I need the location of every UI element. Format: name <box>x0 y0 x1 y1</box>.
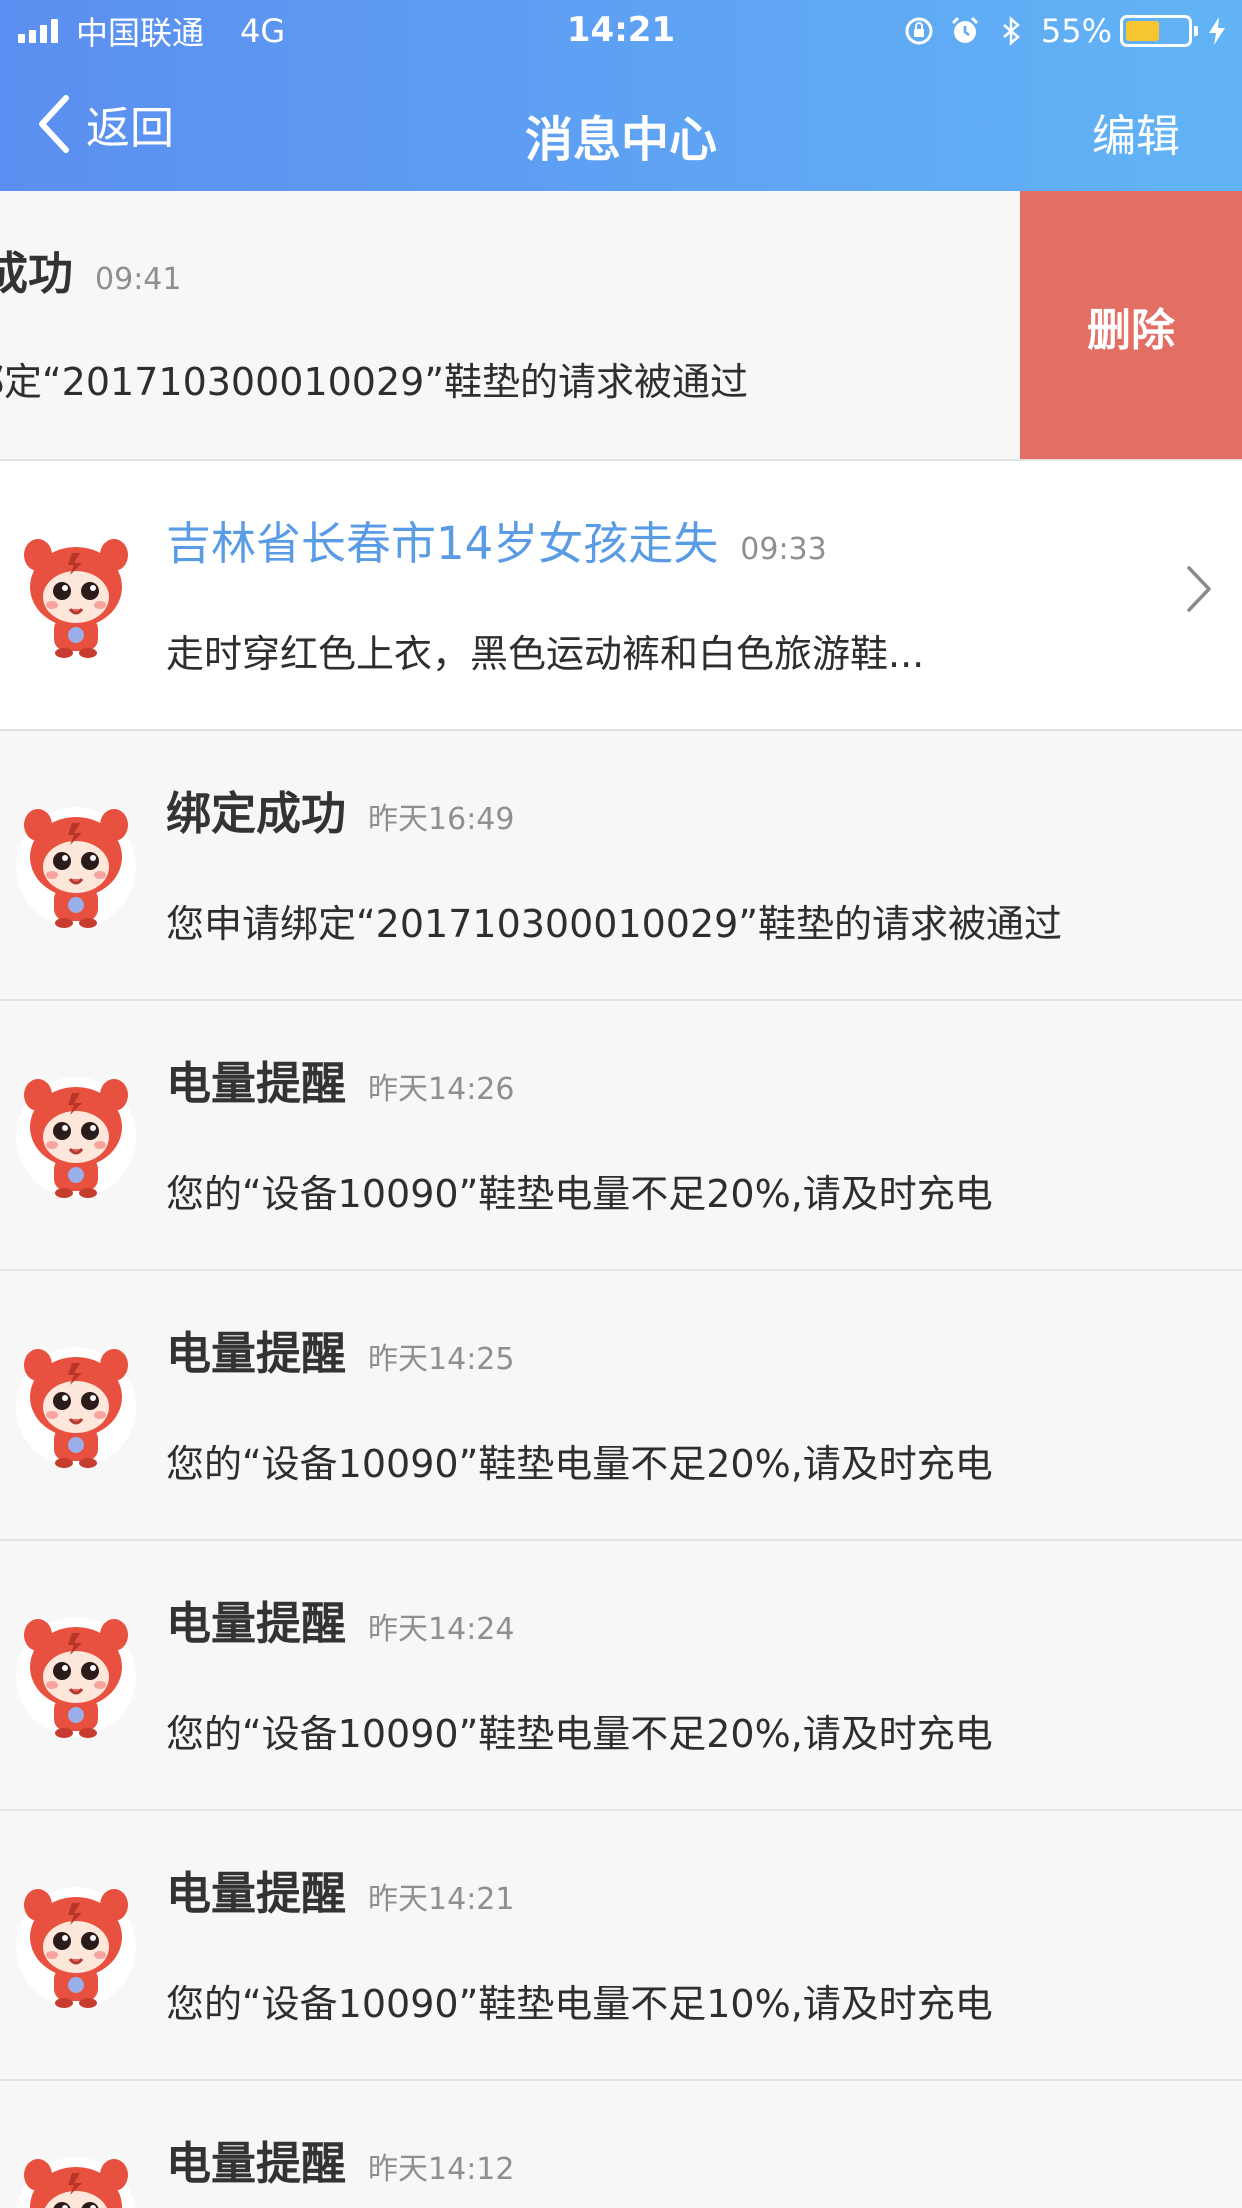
message-time: 09:41 <box>95 262 182 297</box>
mascot-avatar-icon <box>14 1071 138 1201</box>
message-row[interactable]: 电量提醒 昨天14:24 您的“设备10090”鞋垫电量不足20%,请及时充电 <box>0 1541 1242 1811</box>
bluetooth-icon <box>1003 16 1020 46</box>
alarm-icon <box>951 16 978 43</box>
message-row[interactable]: 吉林省长春市14岁女孩走失 09:33 走时穿红色上衣，黑色运动裤和白色旅游鞋.… <box>0 461 1242 731</box>
message-title: 电量提醒 <box>166 1597 347 1650</box>
message-row[interactable]: 电量提醒 昨天14:21 您的“设备10090”鞋垫电量不足10%,请及时充电 <box>0 1811 1242 2081</box>
swiped-row-content[interactable]: 定成功 09:41 申请绑定“201710300010029”鞋垫的请求被通过 <box>0 191 1020 459</box>
message-title: 电量提醒 <box>166 1057 347 1110</box>
message-title: 电量提醒 <box>166 1327 347 1380</box>
back-button[interactable]: 返回 <box>36 92 174 156</box>
message-time: 09:33 <box>740 532 827 567</box>
message-row[interactable]: 电量提醒 昨天14:25 您的“设备10090”鞋垫电量不足20%,请及时充电 <box>0 1271 1242 1541</box>
mascot-avatar-icon <box>14 531 138 661</box>
battery-percent: 55% <box>1040 12 1112 50</box>
edit-button[interactable]: 编辑 <box>1092 100 1180 164</box>
message-time: 昨天14:25 <box>368 1342 515 1377</box>
message-row-swiped[interactable]: 定成功 09:41 申请绑定“201710300010029”鞋垫的请求被通过 … <box>0 191 1242 461</box>
mascot-avatar-icon <box>14 2151 138 2208</box>
chevron-left-icon <box>39 95 69 153</box>
battery-icon <box>1120 15 1198 47</box>
charging-icon <box>1209 17 1225 45</box>
message-time: 昨天14:21 <box>368 1882 515 1917</box>
mascot-avatar-icon <box>14 1341 138 1471</box>
delete-button[interactable]: 删除 <box>1020 191 1242 459</box>
message-body: 申请绑定“201710300010029”鞋垫的请求被通过 <box>0 360 749 404</box>
message-title: 电量提醒 <box>166 2137 347 2190</box>
message-body: 您申请绑定“201710300010029”鞋垫的请求被通过 <box>166 902 1063 946</box>
message-time: 昨天16:49 <box>368 802 515 837</box>
message-body: 您的“设备10090”鞋垫电量不足20%,请及时充电 <box>166 1442 993 1486</box>
navigation-bar: 返回 消息中心 编辑 <box>0 62 1242 191</box>
back-label: 返回 <box>86 103 174 154</box>
message-time: 昨天14:24 <box>368 1612 515 1647</box>
page-title: 消息中心 <box>524 112 717 168</box>
rotation-lock-icon <box>905 17 933 45</box>
message-time: 昨天14:12 <box>368 2152 515 2187</box>
chevron-right-icon <box>1187 566 1211 612</box>
message-title: 吉林省长春市14岁女孩走失 <box>166 517 719 570</box>
message-row[interactable]: 电量提醒 昨天14:26 您的“设备10090”鞋垫电量不足20%,请及时充电 <box>0 1001 1242 1271</box>
message-body: 您的“设备10090”鞋垫电量不足20%,请及时充电 <box>166 1172 993 1216</box>
message-body: 您的“设备10090”鞋垫电量不足20%,请及时充电 <box>166 1712 993 1756</box>
mascot-avatar-icon <box>14 801 138 931</box>
message-body: 您的“设备10090”鞋垫电量不足10%,请及时充电 <box>166 1982 993 2026</box>
message-time: 昨天14:26 <box>368 1072 515 1107</box>
status-bar: 中国联通 4G 14:21 55% <box>0 0 1242 62</box>
message-title: 绑定成功 <box>166 787 347 840</box>
message-title: 电量提醒 <box>166 1867 347 1920</box>
mascot-avatar-icon <box>14 1611 138 1741</box>
mascot-avatar-icon <box>14 1881 138 2011</box>
message-body: 走时穿红色上衣，黑色运动裤和白色旅游鞋... <box>166 632 925 676</box>
battery-level <box>1126 21 1159 41</box>
header: 中国联通 4G 14:21 55% 返回 消息中心 编辑 <box>0 0 1242 191</box>
message-row[interactable]: 绑定成功 昨天16:49 您申请绑定“201710300010029”鞋垫的请求… <box>0 731 1242 1001</box>
message-title: 定成功 <box>0 247 74 300</box>
message-row[interactable]: 电量提醒 昨天14:12 <box>0 2081 1242 2208</box>
